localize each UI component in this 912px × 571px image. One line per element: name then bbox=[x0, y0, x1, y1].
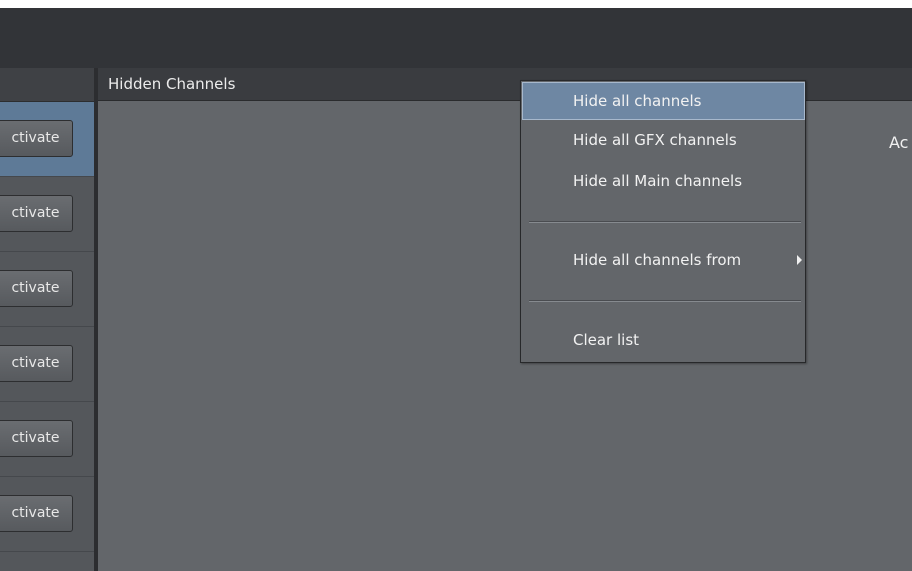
channel-row[interactable]: ctivate bbox=[0, 327, 94, 402]
activate-button[interactable]: ctivate bbox=[0, 420, 73, 457]
channel-row[interactable]: ctivate bbox=[0, 102, 94, 177]
context-menu: Hide all channels Hide all GFX channels … bbox=[520, 80, 806, 363]
activate-button[interactable]: ctivate bbox=[0, 270, 73, 307]
panel-title: Hidden Channels bbox=[108, 75, 236, 93]
channel-list-panel: ctivate ctivate ctivate ctivate ctivate … bbox=[0, 68, 95, 571]
menu-item-label: Hide all channels from bbox=[573, 251, 742, 269]
menu-item-hide-all-channels[interactable]: Hide all channels bbox=[522, 82, 805, 120]
activate-button[interactable]: ctivate bbox=[0, 120, 73, 157]
column-label: Ac bbox=[889, 133, 909, 152]
channel-row[interactable]: ctivate bbox=[0, 402, 94, 477]
top-toolbar bbox=[0, 8, 912, 69]
menu-item-hide-all-channels-from[interactable]: Hide all channels from bbox=[522, 241, 805, 279]
submenu-arrow-icon bbox=[797, 255, 802, 265]
activate-button[interactable]: ctivate bbox=[0, 495, 73, 532]
activate-button[interactable]: ctivate bbox=[0, 345, 73, 382]
activate-button[interactable]: ctivate bbox=[0, 195, 73, 232]
menu-separator bbox=[529, 221, 801, 223]
menu-item-hide-all-main-channels[interactable]: Hide all Main channels bbox=[522, 162, 805, 200]
channel-row[interactable]: ctivate bbox=[0, 252, 94, 327]
menu-item-hide-all-gfx-channels[interactable]: Hide all GFX channels bbox=[522, 121, 805, 159]
menu-separator bbox=[529, 300, 801, 302]
channel-list-header bbox=[0, 68, 94, 102]
menu-item-clear-list[interactable]: Clear list bbox=[522, 321, 805, 359]
channel-row[interactable]: ctivate bbox=[0, 477, 94, 552]
channel-row[interactable]: ctivate bbox=[0, 177, 94, 252]
